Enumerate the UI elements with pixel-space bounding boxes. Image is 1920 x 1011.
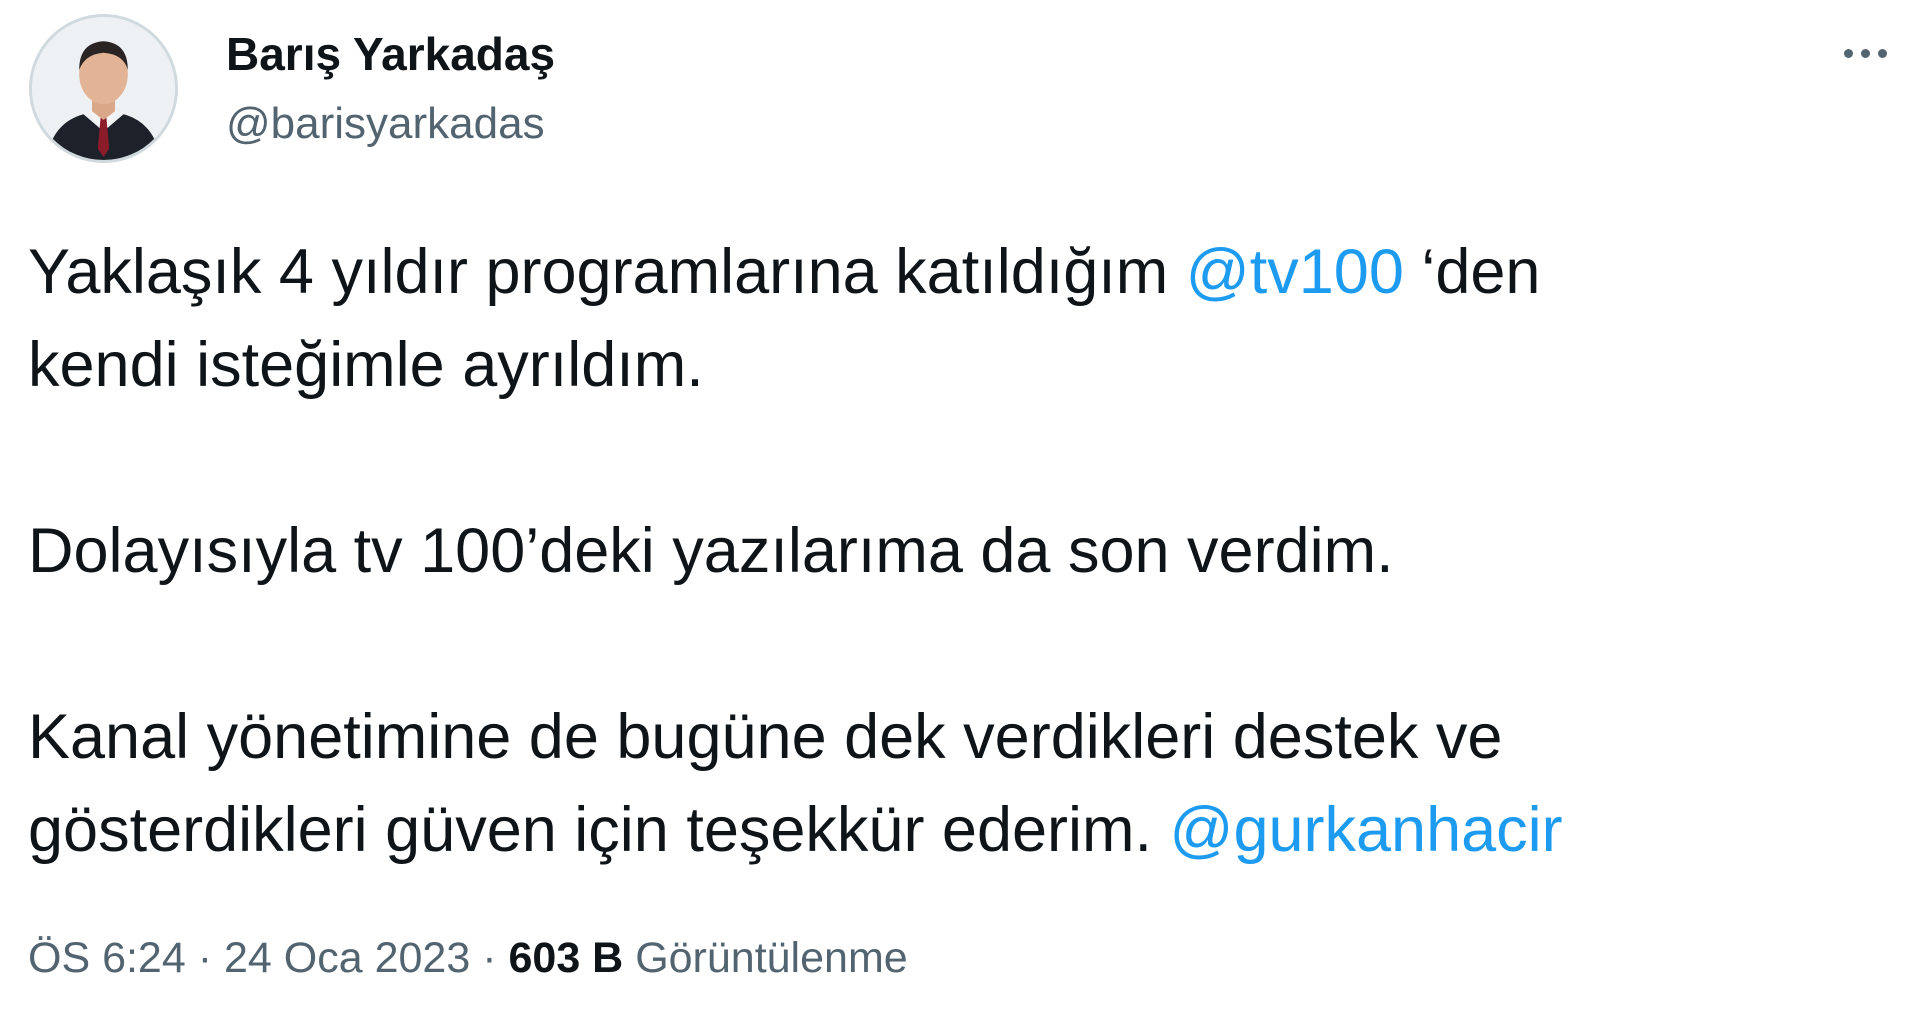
- author-avatar[interactable]: [29, 14, 178, 163]
- more-horizontal-icon: [1877, 48, 1887, 58]
- tweet-timestamp-time[interactable]: ÖS 6:24: [28, 934, 186, 982]
- views-count: 603 B: [508, 934, 624, 982]
- tweet-text-segment: gösterdikleri güven için teşekkür ederim…: [28, 795, 1170, 865]
- tweet-meta: ÖS 6:24 · 24 Oca 2023 · 603 B Görüntülen…: [28, 930, 908, 986]
- author-display-name[interactable]: Barış Yarkadaş: [226, 26, 555, 82]
- tweet-text-segment: ‘den: [1403, 237, 1541, 307]
- tweet-line: gösterdikleri güven için teşekkür ederim…: [28, 784, 1888, 877]
- tweet-line: Kanal yönetimine de bugüne dek verdikler…: [28, 702, 1503, 772]
- tweet-line: Dolayısıyla tv 100’deki yazılarıma da so…: [28, 516, 1394, 586]
- more-options-button[interactable]: [1830, 30, 1900, 76]
- tweet-text: Yaklaşık 4 yıldır programlarına katıldığ…: [28, 226, 1888, 877]
- more-horizontal-icon: [1843, 48, 1853, 58]
- tweet-text-segment: Yaklaşık 4 yıldır programlarına katıldığ…: [28, 237, 1186, 307]
- tweet-line: Yaklaşık 4 yıldır programlarına katıldığ…: [28, 226, 1888, 319]
- tweet-line: kendi isteğimle ayrıldım.: [28, 330, 704, 400]
- more-horizontal-icon: [1860, 48, 1870, 58]
- tweet-card: Barış Yarkadaş @barisyarkadas Yaklaşık 4…: [0, 0, 1920, 1011]
- tweet-timestamp-date[interactable]: 24 Oca 2023: [224, 934, 470, 982]
- mention-link-tv100[interactable]: @tv100: [1186, 237, 1404, 307]
- meta-separator: ·: [482, 934, 497, 982]
- mention-link-gurkanhacir[interactable]: @gurkanhacir: [1170, 795, 1563, 865]
- views-label: Görüntülenme: [635, 934, 908, 982]
- author-handle[interactable]: @barisyarkadas: [226, 96, 545, 152]
- meta-separator: ·: [197, 934, 213, 982]
